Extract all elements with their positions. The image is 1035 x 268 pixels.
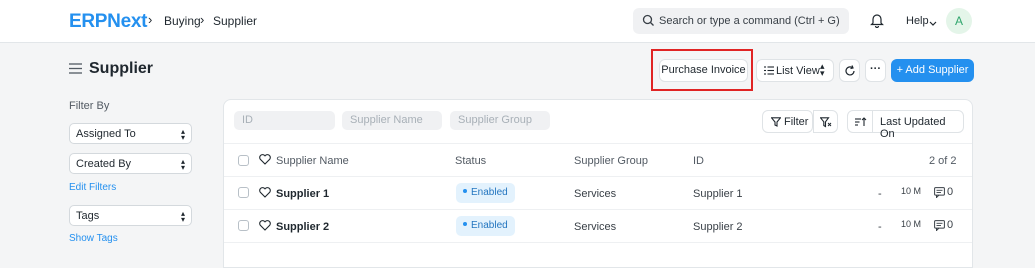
created-by-label: Created By: [76, 158, 132, 170]
comment-icon[interactable]: [934, 187, 945, 201]
edit-filters-link[interactable]: Edit Filters: [69, 182, 116, 193]
row-checkbox[interactable]: [238, 187, 249, 198]
breadcrumb-buying[interactable]: Buying: [164, 14, 201, 28]
chevron-updown-icon: ▴ ▾: [180, 157, 185, 172]
filter-label: Filter: [784, 116, 809, 128]
supplier-group-filter-input[interactable]: Supplier Group: [450, 111, 550, 130]
list-header-row: Supplier Name Status Supplier Group ID 2…: [224, 143, 972, 177]
avatar[interactable]: A: [946, 8, 972, 34]
column-header-status[interactable]: Status: [455, 155, 486, 167]
status-dot: [463, 222, 467, 226]
tags-select[interactable]: Tags ▴ ▾: [69, 205, 192, 226]
add-supplier-button[interactable]: + Add Supplier: [891, 59, 974, 82]
comment-count: 0: [947, 219, 954, 231]
status-text: Enabled: [471, 187, 508, 198]
chevron-down-icon: [929, 16, 937, 30]
clear-filter-button[interactable]: [813, 110, 838, 133]
table-row[interactable]: Supplier 1 Enabled Services Supplier 1 -…: [224, 177, 972, 210]
filter-icon: [770, 117, 782, 130]
search-placeholder: Search or type a command (Ctrl + G): [659, 15, 840, 27]
select-all-checkbox[interactable]: [238, 155, 249, 166]
supplier-group-cell[interactable]: Services: [574, 221, 616, 233]
breadcrumb-supplier[interactable]: Supplier: [213, 14, 257, 28]
tags-label: Tags: [76, 210, 100, 222]
filter-clear-icon: [819, 117, 832, 131]
column-header-supplier-group[interactable]: Supplier Group: [574, 155, 648, 167]
chevron-updown-icon: ▴ ▾: [180, 209, 185, 224]
supplier-name-link[interactable]: Supplier 1: [276, 188, 329, 200]
status-badge[interactable]: Enabled: [456, 216, 515, 236]
supplier-group-cell[interactable]: Services: [574, 188, 616, 200]
chevron-updown-icon: ▴ ▾: [820, 61, 825, 78]
more-actions-button[interactable]: ···: [865, 59, 886, 82]
status-text: Enabled: [471, 220, 508, 231]
bell-icon[interactable]: [870, 12, 884, 31]
assigned-to-select[interactable]: Assigned To ▴ ▾: [69, 123, 192, 144]
list-count: 2 of 2: [929, 155, 957, 167]
id-filter-input[interactable]: ID: [234, 111, 335, 130]
status-dot: [463, 189, 467, 193]
modified-time: 10 M: [901, 186, 922, 196]
refresh-button[interactable]: [839, 59, 860, 82]
dash-cell: -: [878, 188, 882, 200]
show-tags-link[interactable]: Show Tags: [69, 233, 118, 244]
id-cell[interactable]: Supplier 2: [693, 221, 743, 233]
sort-direction-button[interactable]: [847, 110, 873, 133]
status-badge[interactable]: Enabled: [456, 183, 515, 203]
refresh-icon: [844, 65, 856, 80]
sort-field-button[interactable]: Last Updated On: [872, 110, 964, 140]
modified-time: 10 M: [901, 219, 922, 229]
list-icon: [764, 66, 774, 78]
comment-count: 0: [947, 186, 954, 198]
list-view-button[interactable]: List View ▴ ▾: [756, 59, 834, 82]
assigned-to-label: Assigned To: [76, 128, 136, 140]
heart-icon[interactable]: [259, 220, 271, 234]
comment-icon[interactable]: [934, 220, 945, 234]
supplier-name-filter-input[interactable]: Supplier Name: [342, 111, 442, 130]
id-cell[interactable]: Supplier 1: [693, 188, 743, 200]
heart-icon[interactable]: [259, 154, 271, 168]
list-view-label: List View: [776, 65, 820, 77]
breadcrumb-separator: ›: [148, 12, 153, 27]
table-row[interactable]: Supplier 2 Enabled Services Supplier 2 -…: [224, 210, 972, 243]
navbar: ERPNext › Buying › Supplier Search or ty…: [0, 0, 1035, 43]
sort-field-label: Last Updated On: [880, 116, 946, 140]
heart-icon[interactable]: [259, 187, 271, 201]
search-bar[interactable]: Search or type a command (Ctrl + G): [633, 8, 849, 34]
supplier-name-link[interactable]: Supplier 2: [276, 221, 329, 233]
page-title: Supplier: [89, 60, 154, 77]
filter-by-label: Filter By: [69, 100, 110, 112]
filter-button[interactable]: Filter: [762, 110, 813, 133]
column-header-id[interactable]: ID: [693, 155, 704, 167]
app-logo[interactable]: ERPNext: [69, 11, 147, 33]
list-panel: ID Supplier Name Supplier Group Filter L…: [223, 99, 973, 268]
highlight-box: [651, 49, 753, 91]
sort-icon: [855, 117, 867, 130]
search-icon: [642, 14, 655, 30]
dash-cell: -: [878, 221, 882, 233]
menu-icon[interactable]: [69, 63, 82, 77]
column-header-supplier-name[interactable]: Supplier Name: [276, 155, 349, 167]
created-by-select[interactable]: Created By ▴ ▾: [69, 153, 192, 174]
help-menu[interactable]: Help: [906, 15, 929, 27]
chevron-updown-icon: ▴ ▾: [180, 127, 185, 142]
row-checkbox[interactable]: [238, 220, 249, 231]
breadcrumb-separator: ›: [200, 12, 205, 27]
